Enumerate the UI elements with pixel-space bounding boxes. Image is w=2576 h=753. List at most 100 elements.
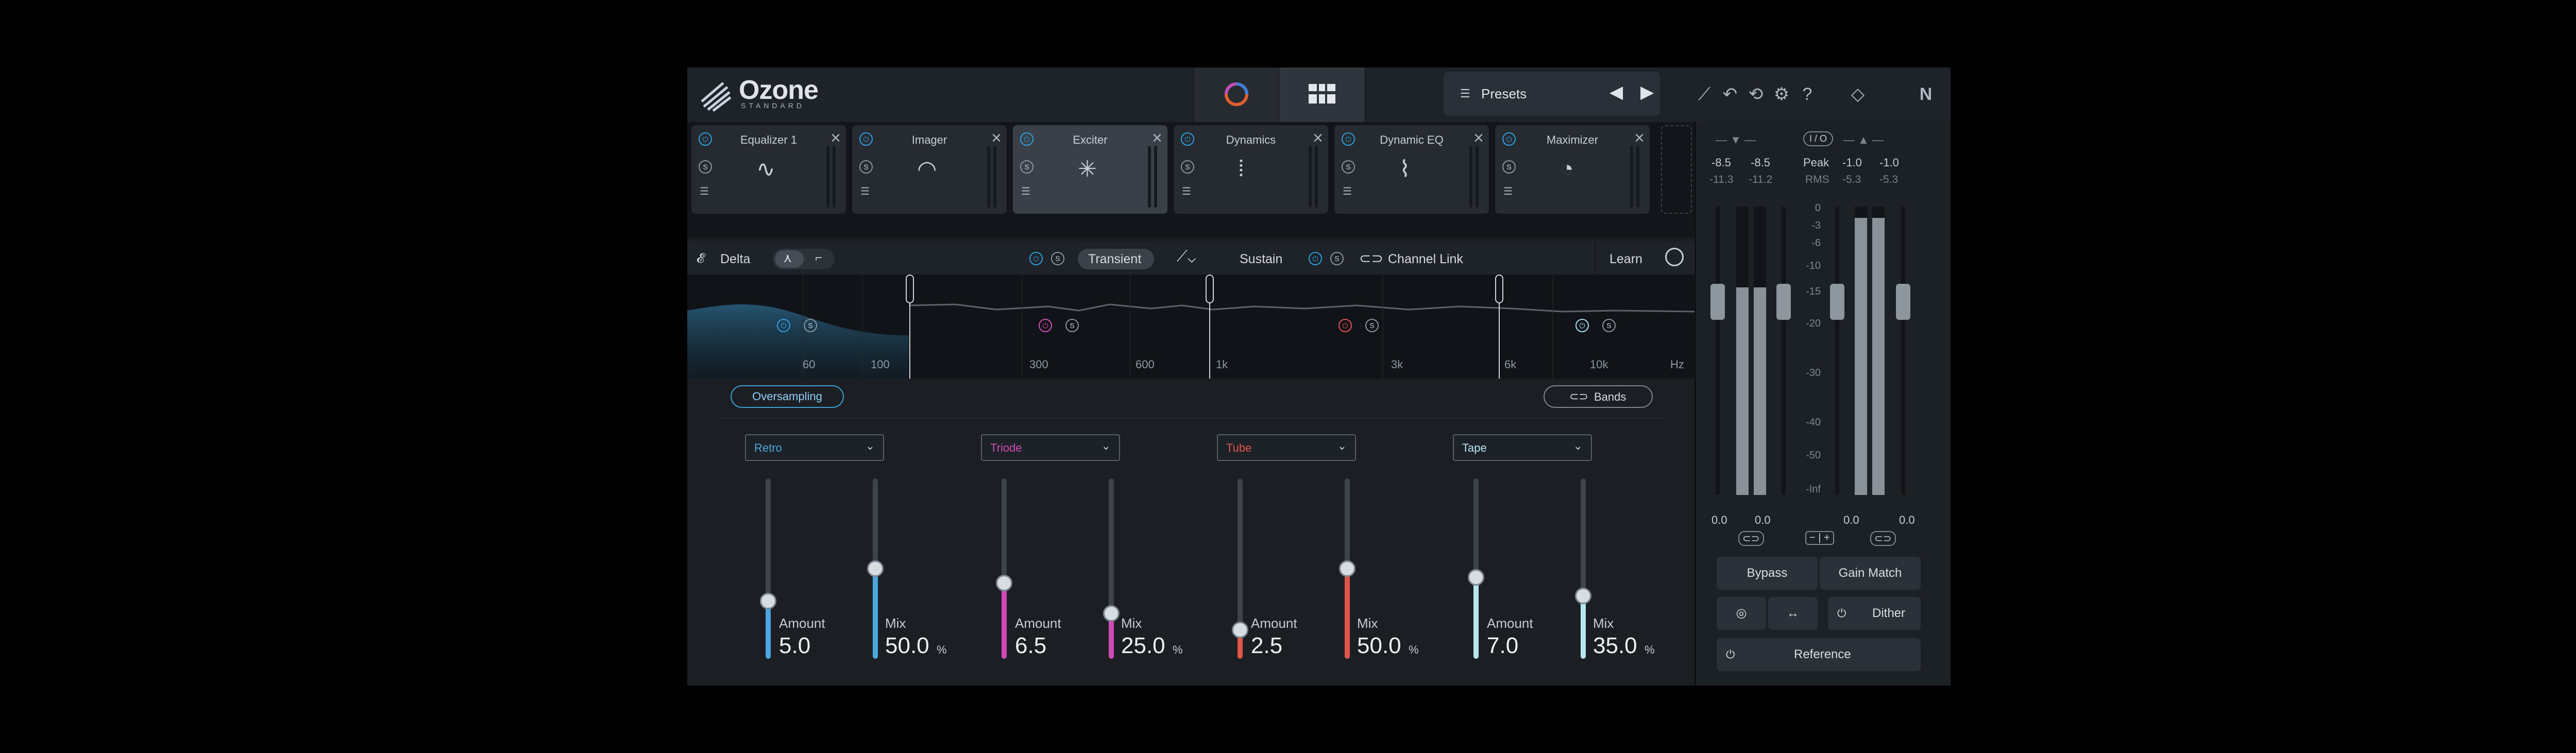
amount-knob[interactable]: [1468, 569, 1484, 586]
help-icon[interactable]: ?: [1796, 83, 1819, 106]
close-icon[interactable]: ×: [831, 129, 841, 147]
mix-value[interactable]: 50.0: [885, 633, 929, 659]
bypass-button[interactable]: Bypass: [1717, 557, 1818, 590]
close-icon[interactable]: ×: [1152, 129, 1162, 147]
grid-view-button[interactable]: [1279, 67, 1365, 122]
list-icon[interactable]: ☰: [860, 185, 870, 198]
amount-value[interactable]: 2.5: [1251, 633, 1282, 659]
solo-icon[interactable]: S: [1051, 252, 1064, 265]
next-arrow-icon[interactable]: ▶: [1640, 82, 1654, 102]
power-icon[interactable]: ⏻: [1342, 132, 1355, 146]
plugin-icon[interactable]: ◇: [1846, 83, 1869, 106]
stereo-icon[interactable]: ◎: [1717, 597, 1766, 630]
mode-toggle[interactable]: ⋏ ⌐: [773, 249, 835, 269]
link-icon-3[interactable]: ⊂⊃: [1738, 531, 1764, 546]
ni-logo-icon[interactable]: N: [1914, 83, 1937, 106]
amount-slider[interactable]: [1232, 478, 1248, 659]
power-icon[interactable]: ⏻: [859, 132, 873, 146]
bands-button[interactable]: ⊂⊃ Bands: [1544, 385, 1653, 408]
gain-fader-track[interactable]: [1782, 207, 1786, 495]
list-icon[interactable]: ☰: [1182, 185, 1191, 198]
close-icon[interactable]: ×: [1473, 129, 1484, 147]
power-icon[interactable]: ⏻: [1020, 132, 1033, 146]
mode-dropdown[interactable]: Tape ⌄: [1453, 434, 1592, 461]
close-icon[interactable]: ×: [1313, 129, 1323, 147]
list-icon[interactable]: ☰: [1343, 185, 1352, 198]
band3-solo-icon[interactable]: S: [1365, 319, 1379, 332]
band4-solo-icon[interactable]: S: [1602, 319, 1616, 332]
swap-icon[interactable]: ↔: [1768, 597, 1818, 630]
mode-dropdown[interactable]: Retro ⌄: [745, 434, 884, 461]
module-card[interactable]: Equalizer 1 × ⏻ S ☰ ∿: [691, 125, 846, 214]
band1-solo-icon[interactable]: S: [804, 319, 817, 332]
mix-value[interactable]: 25.0: [1121, 633, 1165, 659]
reference-button[interactable]: ⏻ Reference: [1717, 638, 1921, 671]
crossover-handle-3[interactable]: [1495, 275, 1503, 303]
mix-slider[interactable]: [1575, 478, 1591, 659]
gain-fader-thumb[interactable]: [1830, 284, 1844, 320]
amount-value[interactable]: 6.5: [1015, 633, 1046, 659]
gain-fader-thumb[interactable]: [1896, 284, 1910, 320]
mix-knob[interactable]: [1575, 588, 1591, 604]
spectrum-view-button[interactable]: [1193, 67, 1280, 122]
io-toggle[interactable]: I / O: [1803, 131, 1834, 146]
close-icon[interactable]: ×: [1634, 129, 1645, 147]
mode-dropdown[interactable]: Triode ⌄: [981, 434, 1120, 461]
amount-knob[interactable]: [1232, 622, 1248, 638]
mix-knob[interactable]: [1103, 605, 1120, 622]
settings-icon[interactable]: ⚙: [1770, 83, 1793, 106]
add-module-slot[interactable]: [1661, 125, 1692, 214]
solo-icon[interactable]: S: [1342, 160, 1355, 174]
gain-fader-thumb[interactable]: [1710, 284, 1725, 320]
mix-slider[interactable]: [867, 478, 884, 659]
crossover-handle-2[interactable]: [1206, 275, 1214, 303]
band4-power-icon[interactable]: ⏻: [1575, 319, 1589, 332]
band1-power-icon[interactable]: ⏻: [777, 319, 790, 332]
solo-icon[interactable]: S: [1020, 160, 1033, 174]
gain-match-button[interactable]: Gain Match: [1820, 557, 1921, 590]
presets-label[interactable]: Presets: [1481, 86, 1527, 102]
power-icon-2[interactable]: ⏻: [1309, 252, 1322, 265]
minus-plus-icon[interactable]: − | +: [1805, 531, 1834, 545]
history-icon[interactable]: ⟲: [1744, 83, 1767, 106]
gain-fader-track[interactable]: [1901, 207, 1905, 495]
delta-button[interactable]: Delta: [720, 252, 750, 267]
oversampling-button[interactable]: Oversampling: [731, 385, 844, 408]
gain-fader-thumb[interactable]: [1776, 284, 1791, 320]
gain-fader-track[interactable]: [1716, 207, 1720, 495]
dither-button[interactable]: ⏻ Dither: [1828, 597, 1921, 630]
mix-knob[interactable]: [1339, 560, 1355, 577]
solo-icon[interactable]: S: [1502, 160, 1516, 174]
module-card[interactable]: Imager × ⏻ S ☰ ◠: [852, 125, 1007, 214]
shape-icon[interactable]: ⟋⌄: [1177, 248, 1196, 265]
gain-fader-track[interactable]: [1835, 207, 1839, 495]
mix-value[interactable]: 35.0: [1593, 633, 1637, 659]
list-icon[interactable]: ☰: [1503, 185, 1513, 198]
solo-icon[interactable]: S: [699, 160, 712, 174]
amount-knob[interactable]: [760, 593, 776, 609]
amount-slider[interactable]: [996, 478, 1012, 659]
power-icon[interactable]: ⏻: [1029, 252, 1043, 265]
amount-value[interactable]: 5.0: [779, 633, 810, 659]
band3-power-icon[interactable]: ⏻: [1338, 319, 1352, 332]
close-icon[interactable]: ×: [991, 129, 1002, 147]
learn-button[interactable]: Learn: [1609, 252, 1642, 267]
list-icon[interactable]: ☰: [1021, 185, 1030, 198]
module-card[interactable]: Maximizer × ⏻ S ☰ ◔: [1495, 125, 1650, 214]
prev-arrow-icon[interactable]: ◀: [1609, 82, 1623, 102]
amount-knob[interactable]: [996, 575, 1012, 591]
link-icon-4[interactable]: ⊂⊃: [1870, 531, 1896, 546]
solo-icon-2[interactable]: S: [1330, 252, 1344, 265]
mix-slider[interactable]: [1339, 478, 1355, 659]
amount-value[interactable]: 7.0: [1487, 633, 1518, 659]
wand-icon[interactable]: ⟋: [1693, 83, 1716, 106]
crossover-handle-1[interactable]: [906, 275, 914, 303]
module-card[interactable]: Exciter × ⏻ S ☰ ✳: [1013, 125, 1167, 214]
power-icon[interactable]: ⏻: [1502, 132, 1516, 146]
band2-solo-icon[interactable]: S: [1065, 319, 1079, 332]
solo-icon[interactable]: S: [1181, 160, 1194, 174]
module-card[interactable]: Dynamics × ⏻ S ☰ ⦙: [1174, 125, 1328, 214]
presets-bar[interactable]: [1444, 72, 1660, 116]
mix-slider[interactable]: [1103, 478, 1120, 659]
power-icon[interactable]: ⏻: [1181, 132, 1194, 146]
